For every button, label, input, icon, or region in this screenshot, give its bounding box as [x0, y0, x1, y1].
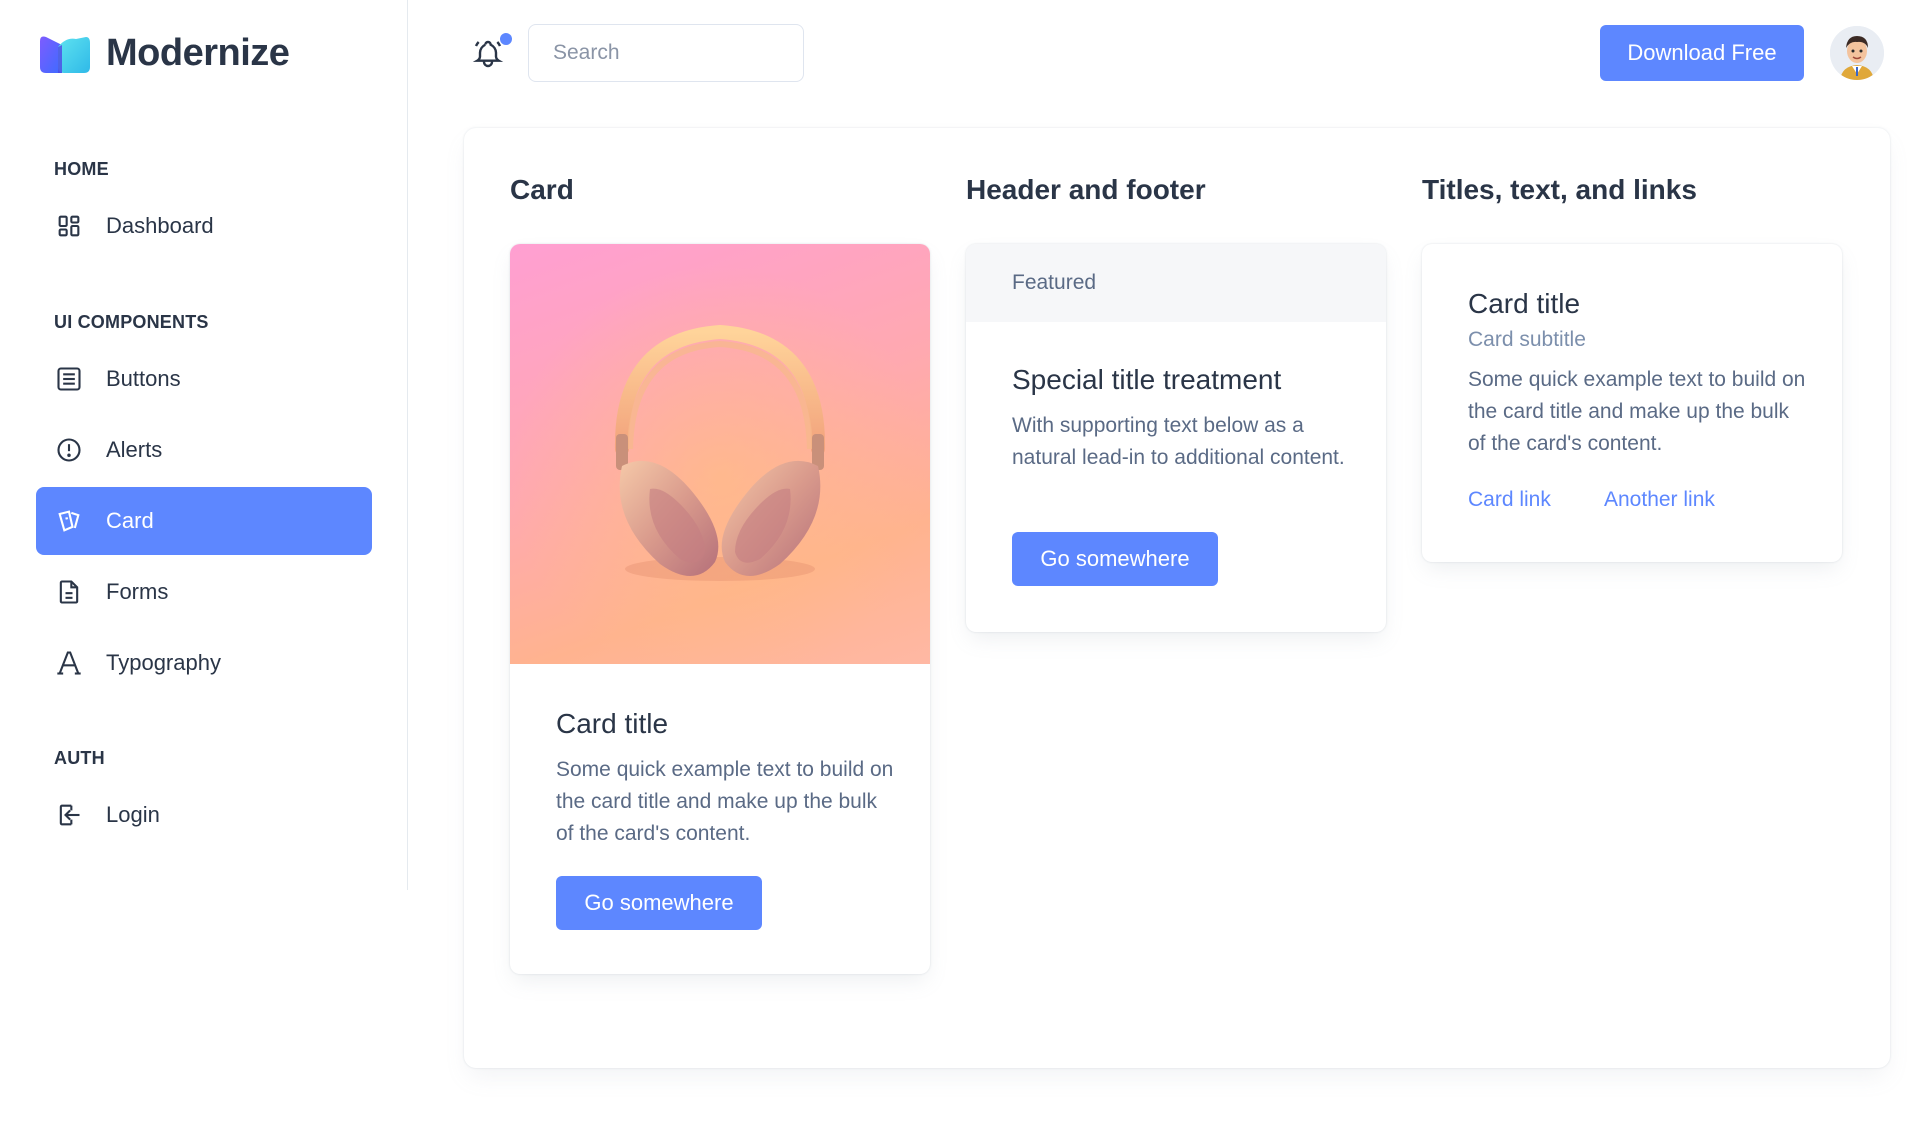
sidebar-item-card[interactable]: Card	[36, 487, 372, 555]
sidebar-item-alerts[interactable]: Alerts	[36, 416, 372, 484]
logo-icon	[36, 33, 90, 75]
another-link[interactable]: Another link	[1604, 488, 1715, 512]
image-card-go-button[interactable]: Go somewhere	[556, 876, 762, 930]
featured-card-header: Featured	[966, 244, 1386, 322]
section-title-card: Card	[510, 174, 574, 205]
sidebar-item-label: Login	[106, 802, 160, 827]
file-text-icon	[54, 577, 84, 607]
list-icon	[54, 364, 84, 394]
sidebar-item-buttons[interactable]: Buttons	[36, 345, 372, 413]
featured-card-title: Special title treatment	[1012, 364, 1282, 395]
typography-icon	[54, 648, 84, 678]
featured-card-text: With supporting text below as a natural …	[1012, 414, 1345, 469]
links-card-subtitle: Card subtitle	[1468, 328, 1586, 351]
nav-section-ui-components: UI COMPONENTS	[54, 312, 209, 332]
login-icon	[54, 800, 84, 830]
featured-card-go-button[interactable]: Go somewhere	[1012, 532, 1218, 586]
headphones-image	[510, 244, 930, 664]
section-title-header-footer: Header and footer	[966, 174, 1206, 205]
sidebar-item-login[interactable]: Login	[36, 781, 372, 849]
user-avatar[interactable]	[1830, 26, 1884, 80]
links-card-title: Card title	[1468, 288, 1581, 319]
nav-section-auth: AUTH	[54, 748, 105, 768]
nav-section-home: HOME	[54, 159, 109, 179]
sidebar-item-forms[interactable]: Forms	[36, 558, 372, 626]
brand-name: Modernize	[106, 32, 290, 74]
card-link[interactable]: Card link	[1468, 488, 1551, 512]
sidebar-item-label: Forms	[106, 579, 169, 604]
search-input[interactable]	[528, 24, 804, 82]
links-card-text: Some quick example text to build on the …	[1468, 368, 1806, 455]
section-title-titles-text-links: Titles, text, and links	[1422, 174, 1697, 205]
image-card-title: Card title	[556, 708, 669, 739]
download-free-button[interactable]: Download Free	[1600, 25, 1804, 81]
links-card: Card title Card subtitle Some quick exam…	[1422, 244, 1842, 562]
dashboard-icon	[54, 211, 84, 241]
cards-icon	[54, 506, 84, 536]
sidebar-item-label: Typography	[106, 650, 221, 675]
bell-icon[interactable]	[472, 38, 504, 70]
sidebar-item-typography[interactable]: Typography	[36, 629, 372, 697]
sidebar-item-dashboard[interactable]: Dashboard	[36, 192, 372, 260]
sidebar-item-label: Alerts	[106, 437, 163, 462]
alert-circle-icon	[54, 435, 84, 465]
featured-card: Featured Special title treatment With su…	[966, 244, 1386, 632]
sidebar-item-label: Card	[106, 508, 154, 533]
notification-dot	[500, 33, 512, 45]
image-card: Card title Some quick example text to bu…	[510, 244, 930, 974]
brand-logo[interactable]: Modernize	[36, 32, 290, 75]
sidebar: Modernize HOME Dashboard UI COMPONENTS B…	[0, 0, 408, 890]
sidebar-item-label: Dashboard	[106, 213, 214, 238]
image-card-text: Some quick example text to build on the …	[556, 758, 894, 845]
sidebar-item-label: Buttons	[106, 366, 181, 391]
